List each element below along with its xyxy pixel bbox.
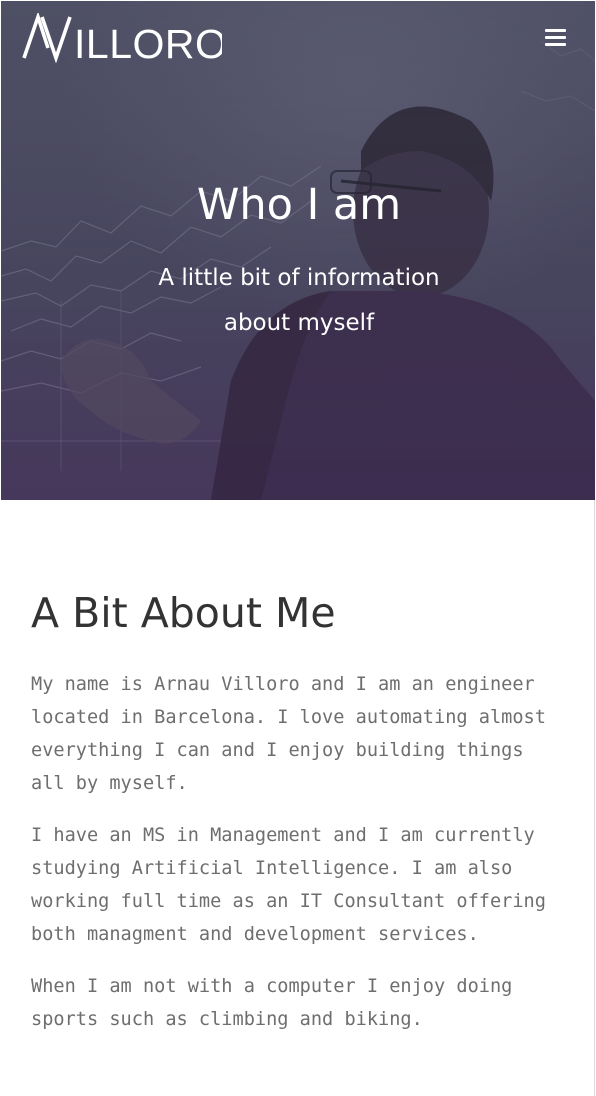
menu-bar-bottom — [545, 43, 566, 46]
about-paragraph: My name is Arnau Villoro and I am an eng… — [31, 674, 546, 794]
about-heading: A Bit About Me — [31, 589, 336, 637]
svg-text:ILLORO: ILLORO — [74, 21, 222, 63]
hero-subtitle: A little bit of information about myself — [158, 265, 440, 336]
hero-overlay — [1, 1, 595, 500]
site-logo[interactable]: ILLORO — [22, 13, 222, 63]
about-paragraph: When I am not with a computer I enjoy do… — [31, 976, 513, 1030]
hero-title: Who I am — [196, 180, 402, 230]
page-edge-divider — [594, 500, 595, 1096]
about-paragraph: I have an MS in Management and I am curr… — [31, 825, 546, 945]
menu-bar-top — [545, 29, 566, 32]
hero-section: ILLORO Who I am A little bit of informat… — [1, 1, 595, 500]
menu-bar-middle — [545, 36, 566, 39]
hamburger-menu-icon[interactable] — [542, 26, 570, 50]
about-section: A Bit About Me My name is Arnau Villoro … — [31, 586, 566, 1055]
